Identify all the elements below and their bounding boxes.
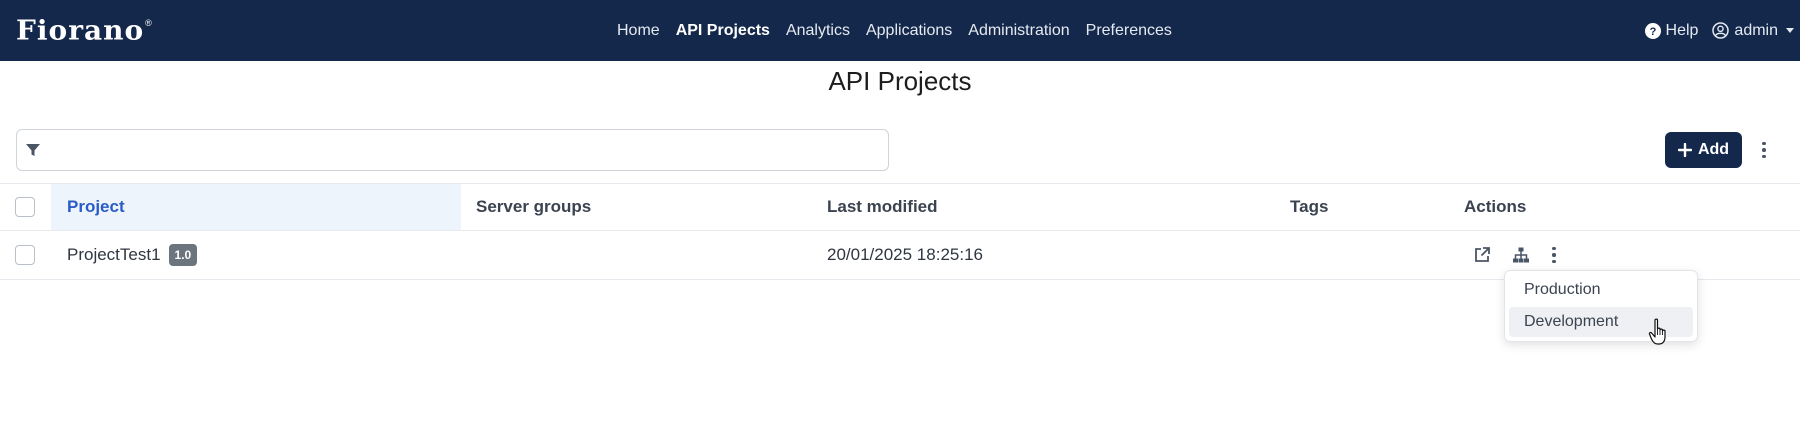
brand-logo[interactable]: Fiorano ® bbox=[16, 14, 152, 46]
row-select-cell bbox=[15, 231, 37, 279]
main-nav: Home API Projects Analytics Applications… bbox=[617, 0, 1172, 61]
svg-text:?: ? bbox=[1649, 26, 1656, 38]
plus-icon bbox=[1677, 143, 1692, 157]
column-header-actions: Actions bbox=[1464, 197, 1527, 216]
add-button[interactable]: Add bbox=[1665, 132, 1742, 168]
row-more-options-icon[interactable] bbox=[1549, 244, 1559, 266]
help-link[interactable]: ? Help bbox=[1644, 21, 1699, 40]
filter-input[interactable] bbox=[49, 131, 888, 169]
project-cell: ProjectTest1 1.0 bbox=[67, 231, 198, 279]
column-header-last-modified[interactable]: Last modified bbox=[827, 184, 938, 230]
add-label: Add bbox=[1697, 141, 1730, 158]
filter-box[interactable] bbox=[16, 129, 889, 171]
brand-trademark: ® bbox=[145, 18, 152, 28]
table-header: Project Server groups Last modified Tags… bbox=[0, 183, 1800, 231]
nav-link-api-projects[interactable]: API Projects bbox=[676, 22, 770, 40]
user-label: admin bbox=[1734, 21, 1778, 39]
last-modified-cell: 20/01/2025 18:25:16 bbox=[827, 245, 983, 264]
column-header-project[interactable]: Project bbox=[51, 184, 461, 230]
more-options-icon[interactable] bbox=[1757, 138, 1771, 162]
nav-link-preferences[interactable]: Preferences bbox=[1086, 22, 1172, 40]
top-navbar: Fiorano ® Home API Projects Analytics Ap… bbox=[0, 0, 1800, 61]
select-all-cell bbox=[15, 184, 37, 230]
nav-link-administration[interactable]: Administration bbox=[968, 22, 1069, 40]
projects-table: Project Server groups Last modified Tags… bbox=[0, 183, 1800, 280]
page-title: API Projects bbox=[828, 66, 972, 96]
nav-right: ? Help admin bbox=[1644, 0, 1794, 61]
user-circle-icon bbox=[1712, 22, 1730, 39]
question-circle-icon: ? bbox=[1644, 22, 1661, 39]
project-name[interactable]: ProjectTest1 bbox=[67, 245, 161, 265]
help-label: Help bbox=[1665, 21, 1699, 39]
version-badge: 1.0 bbox=[168, 244, 198, 266]
filter-icon bbox=[26, 144, 40, 156]
sitemap-icon[interactable] bbox=[1510, 244, 1532, 266]
brand-name: Fiorano bbox=[16, 14, 145, 46]
nav-link-applications[interactable]: Applications bbox=[866, 22, 952, 40]
dropdown-item-production[interactable]: Production bbox=[1509, 275, 1693, 305]
chevron-down-icon bbox=[1786, 28, 1794, 33]
column-header-server-groups[interactable]: Server groups bbox=[476, 184, 591, 230]
hand-cursor-icon bbox=[1648, 318, 1666, 345]
nav-link-analytics[interactable]: Analytics bbox=[786, 22, 850, 40]
select-all-checkbox[interactable] bbox=[15, 197, 35, 217]
external-link-icon[interactable] bbox=[1471, 244, 1493, 266]
row-checkbox[interactable] bbox=[15, 245, 35, 265]
column-header-tags[interactable]: Tags bbox=[1290, 184, 1328, 230]
user-menu[interactable]: admin bbox=[1712, 22, 1794, 40]
nav-link-home[interactable]: Home bbox=[617, 22, 660, 40]
